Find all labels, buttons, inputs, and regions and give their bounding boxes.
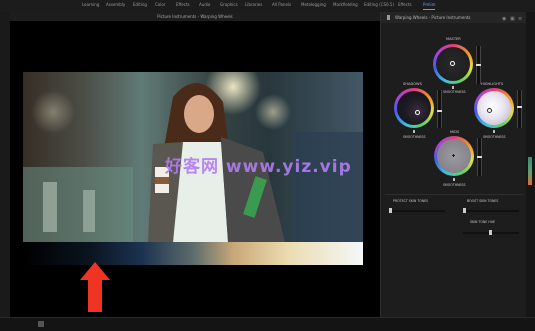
workspace-tab[interactable]: Learning [82, 2, 99, 7]
workspace-tab-active[interactable]: Prelim [423, 2, 436, 10]
shadows-wheel-handle[interactable] [415, 110, 420, 115]
playhead-icon[interactable] [38, 321, 44, 327]
shadows-smoothness-handle[interactable] [413, 130, 415, 133]
highlights-wheel-label: HIGHLIGHTS [481, 82, 504, 86]
boost-skin-tones-label: BOOST SKIN TONES [467, 199, 499, 203]
warping-wheels-panel: Warping Wheels - Picture Instruments ◉ ▣… [380, 12, 527, 317]
protect-skin-tones-label: PROTECT SKIN TONES [393, 199, 429, 203]
shadows-wheel-label: SHADOWS [403, 82, 422, 86]
gradient-preview-bar [23, 242, 363, 265]
panel-title: Warping Wheels - Picture Instruments [395, 15, 471, 20]
master-wheel[interactable] [433, 44, 473, 84]
shadows-luma-slider[interactable] [437, 90, 442, 128]
master-luma-slider[interactable] [476, 46, 481, 84]
workspace-tab[interactable]: Effects [398, 2, 412, 7]
workspace-tab[interactable]: Metalogging [301, 2, 326, 7]
settings-icon[interactable]: ▣ [510, 14, 515, 25]
workspace-tab[interactable]: Color [155, 2, 165, 7]
menu-icon[interactable]: ≡ [518, 14, 522, 25]
skin-tone-hue-label: SKIN TONE HUE [470, 220, 496, 224]
protect-skin-tones-slider[interactable] [389, 208, 445, 213]
highlights-wheel[interactable] [474, 88, 514, 128]
workspace-tab[interactable]: Effects [176, 2, 190, 7]
mids-luma-slider[interactable] [477, 138, 482, 176]
workspace-tab[interactable]: Editing (CS6.5) [364, 2, 394, 7]
workspace-tab[interactable]: Graphics [220, 2, 238, 7]
shadows-wheel[interactable] [394, 88, 434, 128]
section-divider [385, 194, 523, 195]
master-wheel-label: MASTER [446, 37, 461, 41]
workspace-tab[interactable]: Markfielding [333, 2, 358, 7]
workspace-tab[interactable]: Editing [133, 2, 147, 7]
mids-smoothness-handle[interactable] [453, 178, 455, 181]
shadows-smoothness-label: SMOOTHNESS [403, 135, 426, 139]
panel-header: Warping Wheels - Picture Instruments ◉ ▣… [381, 12, 527, 23]
highlights-smoothness-label: SMOOTHNESS [483, 135, 506, 139]
watermark-text: 好客网 www.yiz.vip [165, 157, 352, 177]
master-smoothness-label: SMOOTHNESS [443, 90, 466, 94]
program-monitor: Picture Instruments - Warping Wheels 好客网… [10, 12, 380, 317]
boost-skin-tones-slider[interactable] [463, 208, 519, 213]
mids-wheel-label: MIDS [450, 130, 460, 134]
bottom-bar [0, 317, 535, 331]
red-arrow-icon [80, 262, 110, 312]
skin-tone-hue-slider[interactable] [463, 230, 519, 235]
highlights-smoothness-handle[interactable] [493, 130, 495, 133]
mids-wheel-handle[interactable] [452, 154, 455, 157]
workspace-tab[interactable]: Assembly [106, 2, 125, 7]
panel-handle-icon [387, 15, 390, 20]
workspace-tab[interactable]: Audio [199, 2, 210, 7]
workspace-tab[interactable]: All Panels [272, 2, 291, 7]
color-strip [528, 157, 532, 185]
mids-wheel[interactable] [434, 136, 474, 176]
master-smoothness-handle[interactable] [452, 86, 454, 89]
highlights-wheel-handle[interactable] [487, 108, 492, 113]
highlights-luma-slider[interactable] [517, 90, 522, 128]
monitor-title: Picture Instruments - Warping Wheels [10, 12, 380, 21]
master-wheel-handle[interactable] [450, 61, 455, 66]
right-panel-edge [526, 12, 535, 317]
eye-icon[interactable]: ◉ [502, 14, 506, 25]
workspace-tab[interactable]: Libraries [245, 2, 262, 7]
mids-smoothness-label: SMOOTHNESS [443, 183, 466, 187]
